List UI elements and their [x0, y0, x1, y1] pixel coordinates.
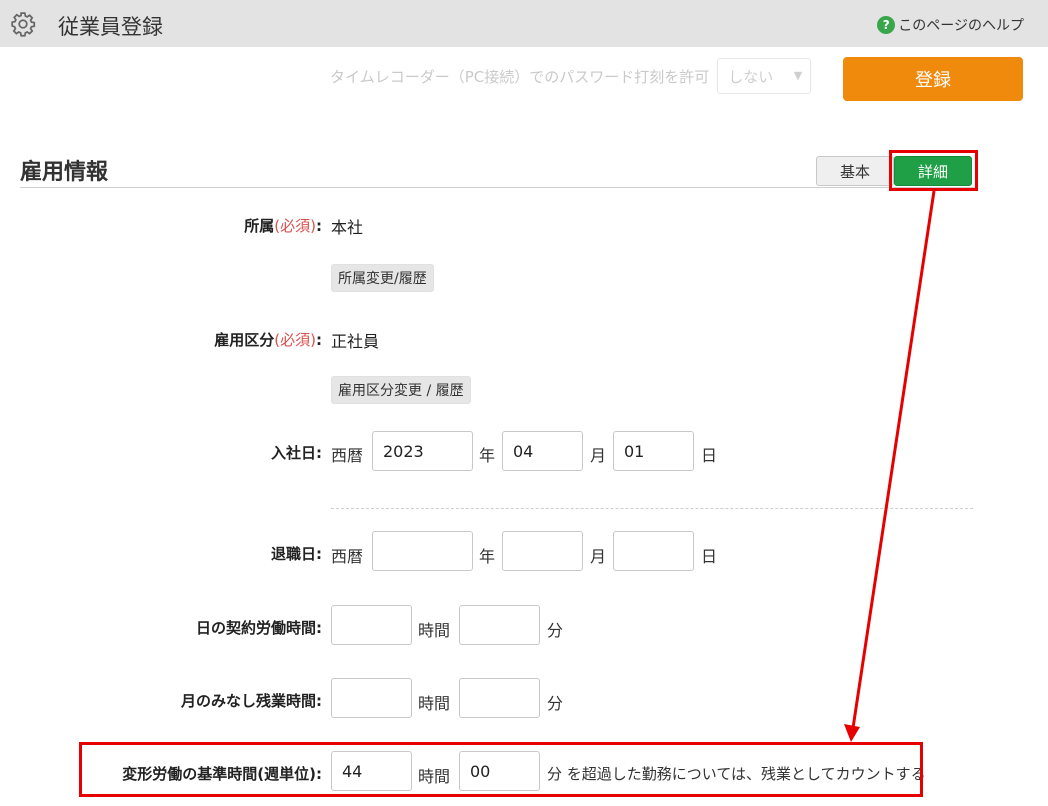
retire-date-era: 西暦 — [331, 547, 364, 566]
retire-month-input[interactable] — [502, 531, 583, 571]
page-title: 従業員登録 — [58, 15, 163, 39]
password-punch-select[interactable]: しない ▼ — [717, 58, 812, 94]
section-title: 雇用情報 — [20, 160, 109, 185]
hire-day-input[interactable]: 01 — [613, 431, 694, 471]
employment-type-change-button[interactable]: 雇用区分変更 / 履歴 — [331, 376, 471, 404]
monthly-overtime-label: 月のみなし残業時間: — [181, 692, 322, 710]
help-label: このページのヘルプ — [898, 18, 1024, 34]
affiliation-value: 本社 — [331, 218, 364, 237]
flex-base-row-highlight — [79, 742, 923, 797]
daily-contract-minutes-unit: 分 — [547, 621, 564, 640]
retire-year-unit: 年 — [479, 547, 496, 566]
affiliation-label: 所属(必須): — [244, 217, 322, 235]
hire-day-unit: 日 — [701, 446, 718, 465]
password-punch-value: しない — [728, 68, 774, 86]
retire-day-unit: 日 — [701, 547, 718, 566]
employment-type-label: 雇用区分(必須): — [214, 331, 322, 349]
required-mark: (必須) — [274, 331, 316, 349]
daily-contract-label: 日の契約労働時間: — [196, 619, 322, 637]
monthly-overtime-minutes-input[interactable] — [459, 678, 540, 718]
employment-type-label-text: 雇用区分 — [214, 331, 275, 349]
detail-tab-highlight — [889, 150, 978, 191]
monthly-overtime-hours-input[interactable] — [331, 678, 412, 718]
retire-month-unit: 月 — [590, 547, 607, 566]
register-button[interactable]: 登録 — [843, 57, 1023, 101]
retire-date-label: 退職日: — [271, 545, 322, 563]
retire-day-input[interactable] — [613, 531, 694, 571]
help-icon: ? — [877, 16, 896, 34]
hire-month-unit: 月 — [590, 446, 607, 465]
password-punch-label: タイムレコーダー（PC接続）でのパスワード打刻を許可 — [330, 67, 710, 86]
tab-basic[interactable]: 基本 — [816, 156, 894, 186]
section-divider — [20, 187, 975, 188]
retire-year-input[interactable] — [372, 531, 473, 571]
affiliation-change-button[interactable]: 所属変更/履歴 — [331, 264, 434, 292]
hire-date-era: 西暦 — [331, 446, 364, 465]
daily-contract-minutes-input[interactable] — [459, 605, 540, 645]
dashed-divider — [331, 508, 973, 509]
password-punch-row: タイムレコーダー（PC接続）でのパスワード打刻を許可 しない ▼ — [330, 58, 812, 94]
hire-year-unit: 年 — [479, 446, 496, 465]
monthly-overtime-minutes-unit: 分 — [547, 694, 564, 713]
daily-contract-hours-input[interactable] — [331, 605, 412, 645]
help-link[interactable]: ? このページのヘルプ — [877, 15, 1024, 35]
hire-date-label: 入社日: — [271, 444, 322, 462]
affiliation-label-text: 所属 — [244, 217, 275, 235]
employment-type-value: 正社員 — [331, 332, 380, 351]
daily-contract-hours-unit: 時間 — [418, 621, 451, 640]
hire-month-input[interactable]: 04 — [502, 431, 583, 471]
chevron-down-icon: ▼ — [793, 69, 803, 82]
hire-year-input[interactable]: 2023 — [372, 431, 473, 471]
required-mark: (必須) — [274, 217, 316, 235]
gear-icon — [11, 12, 36, 37]
header-bar: 従業員登録 ? このページのヘルプ — [0, 0, 1048, 47]
monthly-overtime-hours-unit: 時間 — [418, 694, 451, 713]
